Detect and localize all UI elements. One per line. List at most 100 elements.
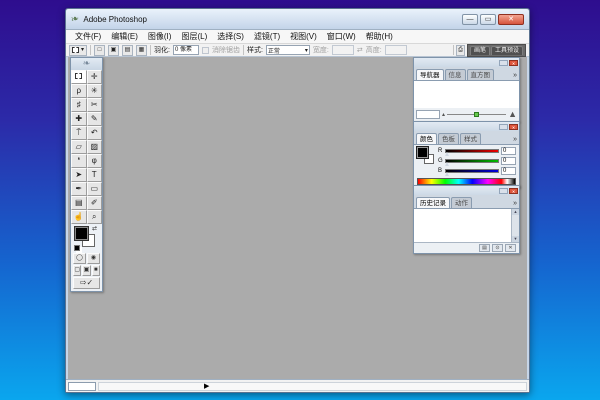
menu-filter[interactable]: 滤镜(T) — [249, 31, 285, 42]
panel-close-icon[interactable]: ✕ — [509, 60, 518, 66]
tool-type[interactable]: T — [87, 168, 103, 182]
new-document-from-state-icon[interactable]: ▤ — [479, 244, 490, 252]
delete-state-icon[interactable]: ✕ — [505, 244, 516, 252]
panel-minimize-icon[interactable] — [499, 188, 508, 194]
add-selection-button[interactable]: ▣ — [108, 45, 119, 56]
panel-close-icon[interactable]: ✕ — [509, 124, 518, 130]
tab-swatches[interactable]: 色板 — [438, 133, 459, 144]
well-tab-brushes[interactable]: 画笔 — [470, 46, 490, 55]
foreground-color-swatch[interactable] — [75, 227, 88, 240]
tool-history-brush[interactable]: ↶ — [87, 126, 103, 140]
tool-move[interactable]: ✛ — [87, 70, 103, 84]
navigator-zoom-slider[interactable] — [447, 114, 506, 115]
panel-minimize-icon[interactable] — [499, 124, 508, 130]
slider-thumb[interactable] — [445, 172, 449, 176]
menu-layer[interactable]: 图层(L) — [176, 31, 212, 42]
tool-shape[interactable]: ▭ — [87, 182, 103, 196]
tool-magic-wand[interactable]: ✳ — [87, 84, 103, 98]
feather-input[interactable]: 0 像素 — [173, 45, 199, 55]
color-spectrum-ramp[interactable] — [417, 178, 516, 185]
blue-value-input[interactable]: 0 — [501, 167, 516, 175]
tool-gradient[interactable]: ▨ — [87, 140, 103, 154]
new-snapshot-icon[interactable]: ⊙ — [492, 244, 503, 252]
fullscreen-button[interactable]: ■ — [92, 265, 100, 276]
title-bar[interactable]: ❧ Adobe Photoshop — ▭ ✕ — [66, 9, 529, 29]
tool-eraser[interactable]: ▱ — [71, 140, 87, 154]
menu-image[interactable]: 图像(I) — [143, 31, 177, 42]
menu-select[interactable]: 选择(S) — [212, 31, 249, 42]
antialias-checkbox[interactable] — [202, 47, 209, 54]
jump-to-imageready-button[interactable]: ⇨✓ — [73, 277, 100, 289]
style-dropdown[interactable]: 正常 ▾ — [266, 45, 310, 55]
panel-menu-icon[interactable]: » — [513, 136, 517, 143]
quick-mask-mode-button[interactable]: ◉ — [87, 253, 100, 264]
tab-histogram[interactable]: 直方图 — [467, 69, 495, 80]
tab-navigator[interactable]: 导航器 — [416, 69, 444, 80]
tab-history[interactable]: 历史记录 — [416, 197, 450, 208]
tool-path-selection[interactable]: ➤ — [71, 168, 87, 182]
slider-thumb[interactable] — [445, 162, 449, 166]
green-slider[interactable] — [445, 159, 499, 163]
panel-title-strip[interactable]: ✕ — [414, 58, 519, 67]
new-selection-button[interactable]: □ — [94, 45, 105, 56]
menu-file[interactable]: 文件(F) — [70, 31, 106, 42]
green-value-input[interactable]: 0 — [501, 157, 516, 165]
panel-menu-icon[interactable]: » — [513, 72, 517, 79]
status-menu-arrow-icon[interactable]: ▶ — [204, 383, 209, 391]
swap-colors-icon[interactable]: ⇄ — [92, 225, 97, 232]
scroll-down-icon[interactable]: ▼ — [512, 236, 519, 242]
tab-info[interactable]: 信息 — [445, 69, 466, 80]
standard-mode-button[interactable]: ◯ — [73, 253, 86, 264]
panel-close-icon[interactable]: ✕ — [509, 188, 518, 194]
tab-color[interactable]: 颜色 — [416, 133, 437, 144]
tool-preset-picker[interactable]: ▾ — [69, 45, 87, 56]
tool-rectangular-marquee[interactable] — [71, 70, 87, 84]
maximize-button[interactable]: ▭ — [480, 14, 496, 25]
fullscreen-menu-button[interactable]: ▣ — [82, 265, 90, 276]
tool-notes[interactable]: ▤ — [71, 196, 87, 210]
tool-eyedropper[interactable]: ✐ — [87, 196, 103, 210]
tool-clone-stamp[interactable]: ⍑ — [71, 126, 87, 140]
panel-title-strip[interactable]: ✕ — [414, 186, 519, 195]
tool-slice[interactable]: ✂ — [87, 98, 103, 112]
standard-screen-button[interactable]: ▢ — [73, 265, 81, 276]
minimize-button[interactable]: — — [462, 14, 478, 25]
panel-menu-icon[interactable]: » — [513, 200, 517, 207]
scroll-up-icon[interactable]: ▲ — [512, 209, 519, 215]
tool-zoom[interactable]: ⌕ — [87, 210, 103, 224]
menu-edit[interactable]: 编辑(E) — [106, 31, 143, 42]
close-button[interactable]: ✕ — [498, 14, 524, 25]
well-tab-tool-presets[interactable]: 工具预设 — [491, 46, 523, 55]
subtract-selection-button[interactable]: ▤ — [122, 45, 133, 56]
blue-slider[interactable] — [445, 169, 499, 173]
foreground-color-swatch[interactable] — [417, 147, 428, 158]
toolbox-feather-icon[interactable]: ❧ — [71, 58, 102, 70]
panel-minimize-icon[interactable] — [499, 60, 508, 66]
tool-brush[interactable]: ✎ — [87, 112, 103, 126]
slider-thumb[interactable] — [445, 152, 449, 156]
panel-title-strip[interactable]: ✕ — [414, 122, 519, 131]
red-value-input[interactable]: 0 — [501, 147, 516, 155]
default-colors-icon[interactable] — [74, 245, 80, 251]
red-slider[interactable] — [445, 149, 499, 153]
tool-blur[interactable]: ❛ — [71, 154, 87, 168]
tab-actions[interactable]: 动作 — [451, 197, 472, 208]
intersect-selection-button[interactable]: ▦ — [136, 45, 147, 56]
menu-help[interactable]: 帮助(H) — [361, 31, 398, 42]
tool-lasso[interactable]: ρ — [71, 84, 87, 98]
tool-dodge[interactable]: φ — [87, 154, 103, 168]
status-zoom-input[interactable] — [68, 382, 96, 391]
tool-hand[interactable]: ☝ — [71, 210, 87, 224]
zoom-in-mountain-icon[interactable]: ▲ — [508, 110, 517, 119]
slider-thumb[interactable] — [474, 112, 479, 117]
history-scrollbar[interactable]: ▲ ▼ — [511, 209, 519, 242]
navigator-zoom-input[interactable] — [416, 110, 440, 119]
menu-window[interactable]: 窗口(W) — [322, 31, 361, 42]
menu-view[interactable]: 视图(V) — [285, 31, 322, 42]
tool-pen[interactable]: ✒ — [71, 182, 87, 196]
tab-styles[interactable]: 样式 — [460, 133, 481, 144]
zoom-out-mountain-icon[interactable]: ▴ — [442, 112, 445, 118]
file-browser-icon[interactable]: ⎙ — [456, 45, 465, 56]
tool-healing-brush[interactable]: ✚ — [71, 112, 87, 126]
tool-crop[interactable]: ♯ — [71, 98, 87, 112]
